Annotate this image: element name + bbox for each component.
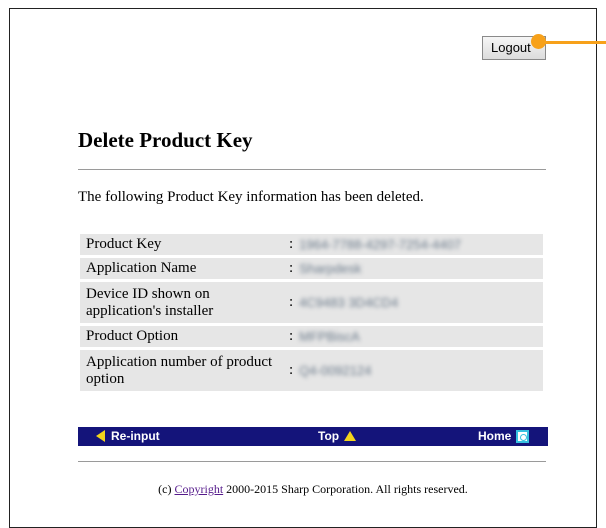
table-row: Application number of product option : Q4… xyxy=(80,350,543,391)
row-value: :4C9483 3D4CD4 xyxy=(289,294,399,310)
row-label: Application number of product option xyxy=(86,353,273,387)
home-link[interactable]: Home xyxy=(478,429,530,443)
row-value: : MFPBiscA xyxy=(289,328,360,344)
row-value-text: 4C9483 3D4CD4 xyxy=(299,295,399,310)
row-value-text: 1964-7788-4297-7254-4407 xyxy=(299,237,462,252)
page-title: Delete Product Key xyxy=(78,128,253,152)
table-row: Application Name : Sharpdesk xyxy=(80,258,543,279)
footer-suffix: 2000-2015 Sharp Corporation. All rights … xyxy=(226,482,468,496)
home-label: Home xyxy=(478,429,512,443)
row-value-text: MFPBiscA xyxy=(299,329,360,344)
arrow-up-icon xyxy=(344,431,357,441)
arrow-left-icon xyxy=(96,430,105,442)
divider-bottom xyxy=(78,461,546,462)
footer-prefix: (c) xyxy=(158,482,172,496)
table-row: Product Key :1964-7788-4297-7254-4407 xyxy=(80,234,543,255)
row-label: Device ID shown on application's install… xyxy=(86,285,214,319)
row-value: :1964-7788-4297-7254-4407 xyxy=(289,236,462,252)
row-value-text: Sharpdesk xyxy=(299,261,362,276)
table-row: Product Option : MFPBiscA xyxy=(80,326,543,347)
callout-pointer-line xyxy=(540,41,606,44)
row-value: : Sharpdesk xyxy=(289,260,362,276)
callout-pointer-dot xyxy=(531,34,546,49)
row-value: : Q4-0092124 xyxy=(289,362,372,378)
row-label: Product Option xyxy=(86,328,179,344)
table-row: Device ID shown on application's install… xyxy=(80,282,543,323)
reinput-link[interactable]: Re-input xyxy=(96,429,160,443)
footer: (c) Copyright 2000-2015 Sharp Corporatio… xyxy=(78,482,548,497)
reinput-label: Re-input xyxy=(111,429,160,443)
copyright-link[interactable]: Copyright xyxy=(175,482,224,496)
product-key-table: Product Key :1964-7788-4297-7254-4407 Ap… xyxy=(80,234,543,394)
row-value-text: Q4-0092124 xyxy=(299,363,372,378)
divider-top xyxy=(78,169,546,170)
row-label: Product Key xyxy=(86,236,162,252)
status-message: The following Product Key information ha… xyxy=(78,189,424,205)
top-label: Top xyxy=(318,429,340,443)
nav-bar: Re-input Top Home xyxy=(78,427,548,446)
row-label: Application Name xyxy=(86,260,197,276)
top-link[interactable]: Top xyxy=(318,429,357,443)
home-icon xyxy=(516,429,530,443)
